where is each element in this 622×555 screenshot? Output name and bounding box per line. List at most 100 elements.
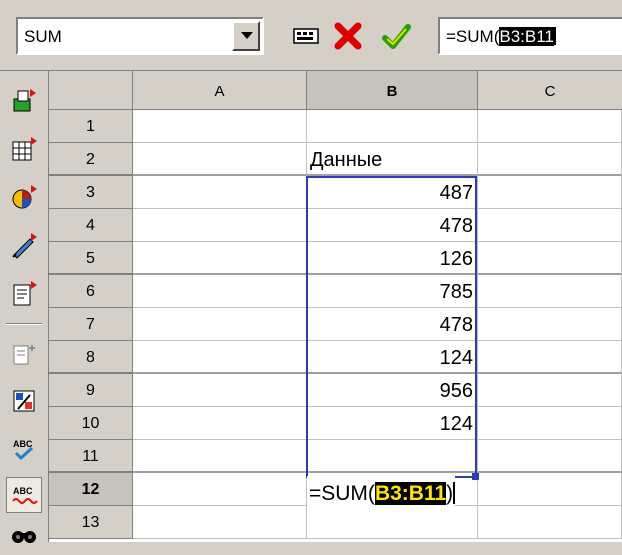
row-header-6[interactable]: 6 — [49, 275, 133, 308]
row-header-13[interactable]: 13 — [49, 506, 133, 539]
cell-b4[interactable]: 478 — [307, 209, 478, 242]
cell-c3[interactable] — [478, 176, 622, 209]
show-draw-button[interactable] — [6, 227, 42, 263]
autoformat-button[interactable] — [6, 383, 42, 419]
cell-c1[interactable] — [478, 110, 622, 143]
spellcheck-button[interactable]: ABC — [6, 431, 42, 467]
cell-a8[interactable] — [133, 341, 307, 374]
formula-bar: SUM =SUM(B3:B11 — [0, 0, 622, 71]
cell-c4[interactable] — [478, 209, 622, 242]
cell-c10[interactable] — [478, 407, 622, 440]
cell-c12[interactable] — [478, 473, 622, 506]
toolbar-separator — [6, 323, 42, 325]
editor-caret — [453, 482, 456, 504]
cell-c6[interactable] — [478, 275, 622, 308]
cell-c13[interactable] — [478, 506, 622, 539]
column-header-c[interactable]: C — [478, 71, 622, 110]
cell-a6[interactable] — [133, 275, 307, 308]
insert-cell-icon — [12, 137, 37, 161]
cell-a3[interactable] — [133, 176, 307, 209]
autospellcheck-icon: ABC — [12, 486, 38, 504]
cell-a5[interactable] — [133, 242, 307, 275]
cell-b9[interactable]: 956 — [307, 374, 478, 407]
editor-prefix: =SUM( — [309, 482, 375, 505]
cell-a13[interactable] — [133, 506, 307, 539]
cell-editor[interactable]: =SUM(B3:B11) — [307, 476, 456, 511]
insert-field-button[interactable] — [6, 335, 42, 371]
cell-b1[interactable] — [307, 110, 478, 143]
cell-a4[interactable] — [133, 209, 307, 242]
row-header-7[interactable]: 7 — [49, 308, 133, 341]
formula-selected-reference: B3:B11 — [499, 27, 554, 46]
row-header-10[interactable]: 10 — [49, 407, 133, 440]
cell-c2[interactable] — [478, 143, 622, 176]
spellcheck-icon: ABC — [13, 439, 34, 461]
binoculars-icon — [12, 531, 36, 543]
cell-b3[interactable]: 487 — [307, 176, 478, 209]
editor-suffix: ) — [446, 482, 454, 505]
row-header-5[interactable]: 5 — [49, 242, 133, 275]
cell-a1[interactable] — [133, 110, 307, 143]
fill-handle[interactable] — [472, 473, 479, 480]
cell-a2[interactable] — [133, 143, 307, 176]
cell-b7[interactable]: 478 — [307, 308, 478, 341]
cell-b11[interactable] — [307, 440, 478, 473]
left-toolbar: ABC ABC — [0, 71, 49, 543]
cell-a10[interactable] — [133, 407, 307, 440]
edit-file-icon — [13, 281, 37, 306]
svg-text:ABC: ABC — [13, 486, 33, 496]
cell-b6[interactable]: 785 — [307, 275, 478, 308]
row-header-12[interactable]: 12 — [49, 473, 133, 506]
accept-button[interactable] — [378, 18, 414, 54]
row-header-2[interactable]: 2 — [49, 143, 133, 176]
spreadsheet-grid[interactable]: A B C 1 2 3 4 5 6 7 8 9 10 11 12 13 Данн… — [49, 71, 622, 542]
insert-field-icon — [13, 345, 35, 365]
cell-c9[interactable] — [478, 374, 622, 407]
cell-b10[interactable]: 124 — [307, 407, 478, 440]
select-all-corner[interactable] — [49, 71, 133, 110]
column-header-b[interactable]: B — [307, 71, 478, 110]
cell-a11[interactable] — [133, 440, 307, 473]
accept-icon — [382, 24, 411, 49]
cancel-button[interactable] — [330, 18, 366, 54]
formula-input[interactable]: =SUM(B3:B11 — [438, 17, 622, 55]
name-box[interactable]: SUM — [16, 17, 264, 55]
insert-button[interactable] — [6, 83, 42, 119]
find-button[interactable] — [6, 519, 42, 555]
edit-file-button[interactable] — [6, 275, 42, 311]
row-header-11[interactable]: 11 — [49, 440, 133, 473]
name-box-value: SUM — [24, 27, 62, 46]
cell-a9[interactable] — [133, 374, 307, 407]
cell-c5[interactable] — [478, 242, 622, 275]
column-header-a[interactable]: A — [133, 71, 307, 110]
chevron-down-icon — [241, 32, 253, 39]
formula-text: =SUM(B3:B11 — [446, 27, 556, 47]
insert-object-button[interactable] — [6, 179, 42, 215]
function-autopilot-button[interactable] — [288, 18, 324, 54]
cell-b2[interactable]: Данные — [307, 143, 478, 176]
row-header-8[interactable]: 8 — [49, 341, 133, 374]
cell-c11[interactable] — [478, 440, 622, 473]
autoformat-icon — [13, 390, 35, 412]
cell-a12[interactable] — [133, 473, 307, 506]
name-box-dropdown-button[interactable] — [232, 21, 260, 51]
show-draw-icon — [12, 233, 37, 259]
cell-c8[interactable] — [478, 341, 622, 374]
svg-text:ABC: ABC — [13, 439, 33, 449]
row-header-1[interactable]: 1 — [49, 110, 133, 143]
insert-icon — [13, 89, 36, 112]
insert-object-icon — [12, 185, 37, 209]
cancel-icon — [334, 22, 362, 50]
row-header-3[interactable]: 3 — [49, 176, 133, 209]
function-autopilot-icon — [293, 28, 319, 44]
cell-a7[interactable] — [133, 308, 307, 341]
row-header-4[interactable]: 4 — [49, 209, 133, 242]
formula-prefix: =SUM( — [446, 27, 500, 46]
cell-c7[interactable] — [478, 308, 622, 341]
autospellcheck-button[interactable]: ABC — [6, 477, 42, 513]
editor-reference-highlight: B3:B11 — [374, 482, 447, 505]
cell-b5[interactable]: 126 — [307, 242, 478, 275]
cell-b8[interactable]: 124 — [307, 341, 478, 374]
insert-cell-button[interactable] — [6, 131, 42, 167]
row-header-9[interactable]: 9 — [49, 374, 133, 407]
